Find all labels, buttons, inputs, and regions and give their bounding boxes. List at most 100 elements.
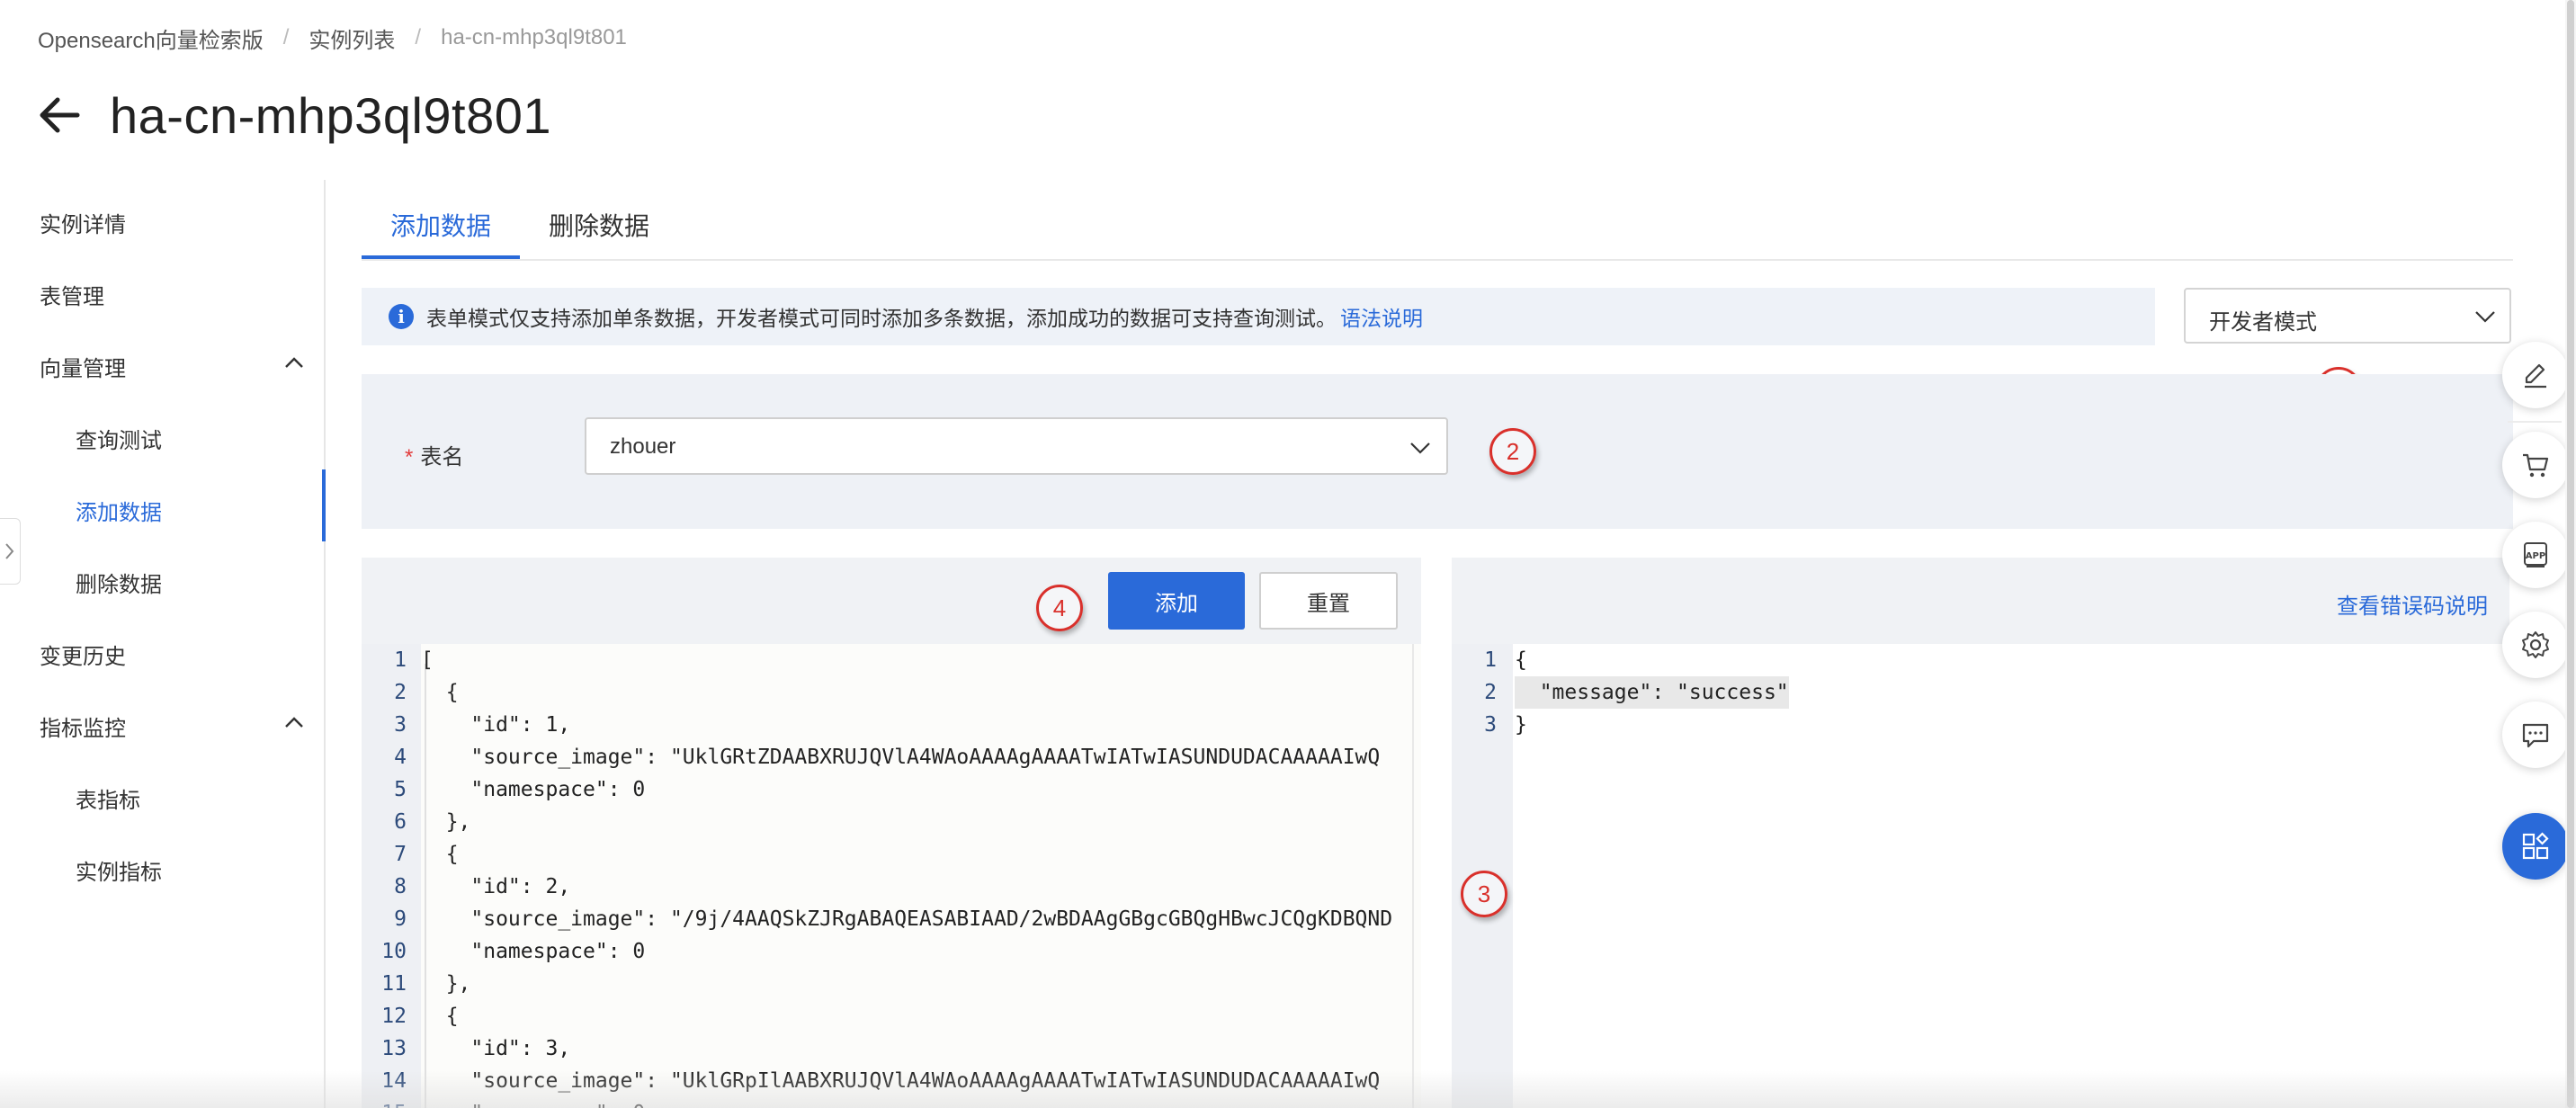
response-panel: 查看错误码说明 1{2 "message": "success" 3} [1452,558,2509,1108]
code-line: 4 "source_image": "UklGRtZDAABXRUJQVlA4W… [362,741,1421,773]
table-name-label: * 表名 [405,439,463,470]
table-name-select[interactable]: zhouer [585,417,1448,475]
chevron-up-icon[interactable] [282,351,306,374]
app-button[interactable]: APP [2502,522,2569,588]
annotation-marker: 3 [1461,871,1507,917]
sidebar-item-instance-detail[interactable]: 实例详情 [40,207,126,238]
line-number: 9 [394,907,407,931]
form-panel: * 表名 zhouer [362,374,2513,529]
code-line: 5 "namespace": 0 [362,773,1421,806]
sidebar-item-instance-metrics[interactable]: 实例指标 [76,854,162,886]
line-number: 3 [394,713,407,737]
mode-select-value: 开发者模式 [2209,310,2317,335]
sidebar-collapse-toggle[interactable] [0,518,21,585]
app-icon: APP [2524,542,2547,567]
json-editor[interactable]: 1[2 {3 "id": 1, 4 "source_image": "UklGRt… [362,644,1421,1108]
tab-add-data[interactable]: 添加数据 [390,207,491,243]
banner-text: 表单模式仅支持添加单条数据，开发者模式可同时添加多条数据，添加成功的数据可支持查… [426,301,1423,332]
arrow-left-icon[interactable] [36,92,83,138]
line-number: 13 [381,1037,407,1060]
line-number: 12 [381,1005,407,1028]
line-number: 8 [394,875,407,898]
response-line: 3} [1452,709,2509,741]
code-text: [ [421,648,434,672]
settings-button[interactable] [2502,612,2569,678]
code-line: 7 { [362,838,1421,871]
info-icon: i [389,304,414,329]
error-code-help-link[interactable]: 查看错误码说明 [2337,588,2488,620]
line-number: 2 [1484,681,1497,704]
tab-bar: 添加数据 删除数据 [362,198,2513,261]
banner-message: 表单模式仅支持添加单条数据，开发者模式可同时添加多条数据，添加成功的数据可支持查… [426,307,1337,330]
response-text: "message": "success" [1515,676,1789,709]
breadcrumb-separator: / [415,25,422,49]
code-text: "source_image": "UklGRtZDAABXRUJQVlA4WAo… [421,746,1381,769]
code-text: "source_image": "/9j/4AAQSkZJRgABAQEASAB… [421,907,1393,931]
edit-button[interactable] [2502,342,2569,408]
chevron-down-icon [2475,311,2495,323]
sidebar-item-change-history[interactable]: 变更历史 [40,639,126,670]
table-name-value: zhouer [610,434,676,459]
tab-delete-data[interactable]: 删除数据 [549,207,649,243]
add-button[interactable]: 添加 [1108,572,1245,630]
code-text: { [421,681,459,704]
reset-button[interactable]: 重置 [1259,572,1398,630]
cart-button[interactable] [2502,432,2569,498]
code-text: { [421,1005,459,1028]
feedback-button[interactable] [2502,701,2569,768]
sidebar-item-add-data[interactable]: 添加数据 [76,495,162,526]
line-number: 14 [381,1069,407,1093]
breadcrumb-current: ha-cn-mhp3ql9t801 [441,25,627,49]
page-title: ha-cn-mhp3ql9t801 [110,87,552,144]
divider [2508,421,2562,423]
code-text: }, [421,972,471,996]
code-line: 13 "id": 3, [362,1032,1421,1065]
code-text: { [421,843,459,866]
code-text: "id": 3, [421,1037,571,1060]
line-number: 11 [381,972,407,996]
edit-icon [2525,363,2546,389]
code-text: "id": 1, [421,713,571,737]
sidebar-item-delete-data[interactable]: 删除数据 [76,567,162,598]
code-text: "id": 2, [421,875,571,898]
breadcrumb-link-instance-list[interactable]: 实例列表 [309,22,395,54]
mode-select[interactable]: 开发者模式 [2184,288,2511,344]
sidebar-item-table-metrics[interactable]: 表指标 [76,782,140,814]
code-line: 14 "source_image": "UklGRpIlAABXRUJQVlA4… [362,1065,1421,1097]
sidebar-item-table-management[interactable]: 表管理 [40,279,104,310]
apps-grid-button[interactable] [2502,813,2569,880]
code-line: 15 "namespace": 0 [362,1097,1421,1108]
editor-toolbar: 添加 重置 [362,558,1421,644]
breadcrumb: Opensearch向量检索版 / 实例列表 / ha-cn-mhp3ql9t8… [38,22,627,54]
code-line: 11 }, [362,968,1421,1000]
tab-active-underline [362,255,520,259]
line-number: 1 [1484,648,1497,672]
annotation-marker: 4 [1036,585,1083,631]
sidebar-item-vector-management[interactable]: 向量管理 [40,351,126,382]
message-icon [2522,723,2549,748]
active-indicator [322,469,326,541]
line-number: 7 [394,843,407,866]
response-line: 1{ [1452,644,2509,676]
response-text: } [1515,713,1527,737]
line-number: 2 [394,681,407,704]
code-line: 12 { [362,1000,1421,1032]
page-scrollbar-thumb[interactable] [2567,0,2574,1108]
code-line: 8 "id": 2, [362,871,1421,903]
line-number: 1 [394,648,407,672]
code-line: 6 }, [362,806,1421,838]
chevron-up-icon[interactable] [282,710,306,734]
response-toolbar: 查看错误码说明 [1452,558,2509,644]
svg-text:APP: APP [2526,551,2545,561]
cart-icon [2523,453,2549,478]
code-text: "source_image": "UklGRpIlAABXRUJQVlA4WAo… [421,1069,1381,1093]
line-number: 4 [394,746,407,769]
sidebar-item-metrics-monitoring[interactable]: 指标监控 [40,710,126,742]
code-line: 2 { [362,676,1421,709]
response-line: 2 "message": "success" [1452,676,2509,709]
grid-icon [2522,832,2549,860]
sidebar-item-query-test[interactable]: 查询测试 [76,423,162,454]
code-text: "namespace": 0 [421,778,646,801]
syntax-help-link[interactable]: 语法说明 [1340,307,1423,330]
breadcrumb-link-product[interactable]: Opensearch向量检索版 [38,22,264,54]
